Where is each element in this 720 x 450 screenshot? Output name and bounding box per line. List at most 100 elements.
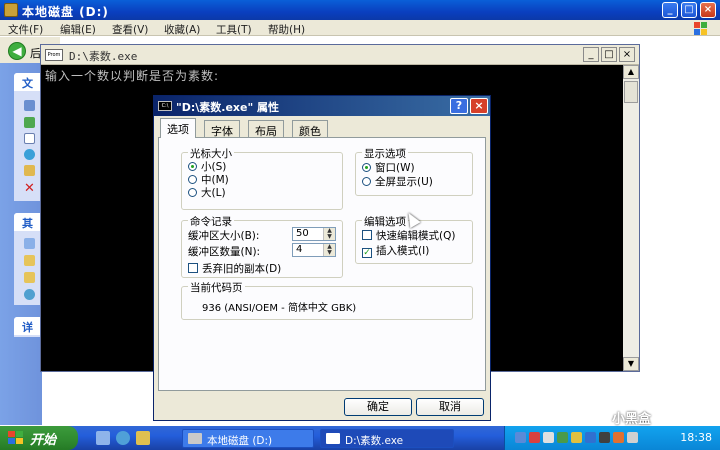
start-button[interactable]: 开始 <box>0 426 78 450</box>
watermark: 小黑盒 <box>612 412 652 427</box>
taskbar-item-console[interactable]: D:\素数.exe <box>320 429 454 448</box>
edit-options-label: 编辑选项 <box>362 214 408 229</box>
codepage-label: 当前代码页 <box>188 280 245 295</box>
menu-favorites[interactable]: 收藏(A) <box>164 22 200 37</box>
console-title-bar[interactable]: Prom D:\素数.exe _ □ × <box>41 45 639 65</box>
buffer-size-input[interactable]: 50 ▲ ▼ <box>292 227 336 241</box>
cancel-button[interactable]: 取消 <box>416 398 484 416</box>
scroll-up-arrow-icon[interactable]: ▲ <box>623 65 639 79</box>
menu-file[interactable]: 文件(F) <box>8 22 43 37</box>
delete-icon[interactable]: ✕ <box>24 182 35 195</box>
cursor-size-group: 光标大小 小(S) 中(M) 大(L) <box>181 146 343 210</box>
rename-icon[interactable] <box>24 100 35 111</box>
ok-button[interactable]: 确定 <box>344 398 412 416</box>
tray-app-icon[interactable] <box>571 432 582 443</box>
console-title: D:\素数.exe <box>69 50 138 63</box>
codepage-group: 当前代码页 936 (ANSI/OEM - 简体中文 GBK) <box>181 280 473 320</box>
spin-arrows-icon[interactable]: ▲ ▼ <box>323 228 335 240</box>
cursor-large-radio[interactable]: 大(L) <box>188 185 226 200</box>
windows-flag-icon <box>8 431 24 445</box>
menu-tools[interactable]: 工具(T) <box>216 22 252 37</box>
move-icon[interactable] <box>24 117 35 128</box>
console-output-text: 输入一个数以判断是否为素数: <box>45 69 220 83</box>
window-radio[interactable]: 窗口(W) <box>362 160 415 175</box>
buffer-count-input[interactable]: 4 ▲ ▼ <box>292 243 336 257</box>
console-maximize-button[interactable]: □ <box>601 47 617 62</box>
back-arrow-icon[interactable]: ◀ <box>8 42 26 60</box>
menu-view[interactable]: 查看(V) <box>112 22 148 37</box>
network-places-icon[interactable] <box>24 289 35 300</box>
spin-arrows-icon[interactable]: ▲ ▼ <box>323 244 335 256</box>
explorer-menu-bar: 文件(F) 编辑(E) 查看(V) 收藏(A) 工具(T) 帮助(H) <box>0 20 720 36</box>
tab-font[interactable]: 字体 <box>204 120 240 138</box>
explorer-title: 本地磁盘 (D:) <box>22 5 109 19</box>
drive-icon <box>188 433 202 444</box>
shared-docs-icon[interactable] <box>24 272 35 283</box>
radio-icon <box>188 188 197 197</box>
minimize-button[interactable]: _ <box>662 2 678 18</box>
console-program-icon: Prom <box>45 49 63 61</box>
console-minimize-button[interactable]: _ <box>583 47 599 62</box>
close-button[interactable]: × <box>700 2 716 18</box>
menu-edit[interactable]: 编辑(E) <box>60 22 96 37</box>
menu-help[interactable]: 帮助(H) <box>268 22 305 37</box>
taskbar-item-explorer[interactable]: 本地磁盘 (D:) <box>182 429 314 448</box>
console-close-button[interactable]: × <box>619 47 635 62</box>
checkbox-icon <box>362 230 372 240</box>
tray-app-icon[interactable] <box>613 432 624 443</box>
tab-colors[interactable]: 颜色 <box>292 120 328 138</box>
volume-icon[interactable] <box>543 432 554 443</box>
insert-mode-checkbox[interactable]: ✓ 插入模式(I) <box>362 243 429 258</box>
copy-icon[interactable] <box>24 133 35 144</box>
radio-icon <box>362 177 371 186</box>
tab-options[interactable]: 选项 <box>160 118 196 138</box>
show-desktop-icon[interactable] <box>96 431 110 445</box>
codepage-value: 936 (ANSI/OEM - 简体中文 GBK) <box>202 303 357 314</box>
tab-layout[interactable]: 布局 <box>248 120 284 138</box>
cmd-icon: C:\ <box>158 101 172 111</box>
clock[interactable]: 18:38 <box>680 431 712 444</box>
discard-duplicates-checkbox[interactable]: 丢弃旧的副本(D) <box>188 261 281 276</box>
tray-app-icon[interactable] <box>599 432 610 443</box>
tray-app-icon[interactable] <box>529 432 540 443</box>
windows-logo-icon <box>688 20 714 36</box>
system-tray: 18:38 <box>504 426 720 450</box>
scroll-down-arrow-icon[interactable]: ▼ <box>623 357 639 371</box>
tray-app-icon[interactable] <box>627 432 638 443</box>
dialog-title-bar[interactable]: C:\ "D:\素数.exe" 属性 ? × <box>154 96 490 116</box>
checkbox-icon <box>188 263 198 273</box>
web-publish-icon[interactable] <box>24 149 35 160</box>
options-tab-panel: 光标大小 小(S) 中(M) 大(L) 显示选项 窗口(W) 全屏显示(U) 命… <box>158 137 486 391</box>
tray-app-icon[interactable] <box>585 432 596 443</box>
explorer-title-bar[interactable]: 本地磁盘 (D:) _ □ × <box>0 0 720 20</box>
scroll-thumb[interactable] <box>624 81 638 103</box>
quick-edit-checkbox[interactable]: 快速编辑模式(Q) <box>362 228 455 243</box>
dialog-close-button[interactable]: × <box>470 98 488 114</box>
dialog-title: "D:\素数.exe" 属性 <box>176 101 280 114</box>
email-icon[interactable] <box>24 165 35 176</box>
tray-app-icon[interactable] <box>557 432 568 443</box>
buffer-count-label: 缓冲区数量(N): <box>188 246 261 258</box>
console-scrollbar[interactable]: ▲ ▼ <box>623 65 639 371</box>
command-history-label: 命令记录 <box>188 214 234 229</box>
media-player-icon[interactable] <box>136 431 150 445</box>
radio-selected-icon <box>362 163 371 172</box>
taskbar: 开始 本地磁盘 (D:) D:\素数.exe 18:38 <box>0 426 720 450</box>
my-computer-icon[interactable] <box>24 238 35 249</box>
dialog-body: 选项 字体 布局 颜色 光标大小 小(S) 中(M) 大(L) 显示选项 窗口(… <box>154 116 490 420</box>
buffer-size-label: 缓冲区大小(B): <box>188 230 260 242</box>
display-options-label: 显示选项 <box>362 146 408 161</box>
display-options-group: 显示选项 窗口(W) 全屏显示(U) <box>355 146 473 196</box>
command-history-group: 命令记录 缓冲区大小(B): 50 ▲ ▼ 缓冲区数量(N): 4 ▲ ▼ 丢弃旧的副本… <box>181 214 343 278</box>
edit-options-group: 编辑选项 快速编辑模式(Q) ✓ 插入模式(I) <box>355 214 473 264</box>
radio-selected-icon <box>188 162 197 171</box>
network-icon[interactable] <box>515 432 526 443</box>
my-documents-icon[interactable] <box>24 255 35 266</box>
explorer-task-pane: 文 ✕ 其 详 <box>0 63 44 425</box>
radio-icon <box>188 175 197 184</box>
help-button[interactable]: ? <box>450 98 468 114</box>
internet-explorer-icon[interactable] <box>116 431 130 445</box>
maximize-button[interactable]: □ <box>681 2 697 18</box>
start-label: 开始 <box>30 433 57 448</box>
fullscreen-radio[interactable]: 全屏显示(U) <box>362 174 433 189</box>
